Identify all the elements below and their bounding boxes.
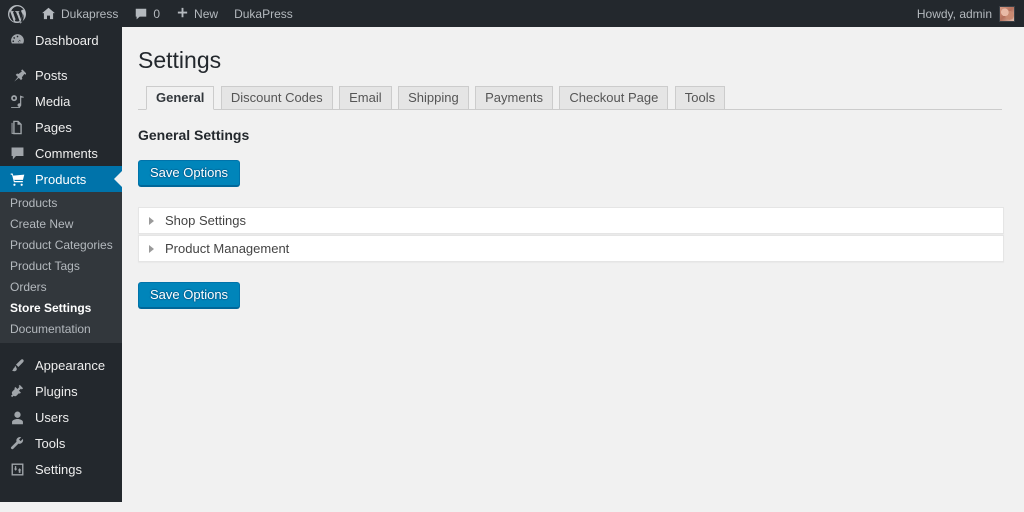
- tab-checkout-page[interactable]: Checkout Page: [559, 86, 669, 109]
- sidebar-item-label: Pages: [35, 119, 72, 135]
- comment-bubble-icon: [134, 7, 148, 21]
- sidebar-item-users[interactable]: Users: [0, 404, 122, 430]
- sidebar-item-comments[interactable]: Comments: [0, 140, 122, 166]
- accordion-panel-label: Shop Settings: [165, 212, 246, 228]
- tab-shipping[interactable]: Shipping: [398, 86, 469, 109]
- cart-icon: [9, 171, 26, 188]
- pages-icon: [9, 119, 26, 136]
- submenu-item-product-tags[interactable]: Product Tags: [0, 256, 122, 277]
- wordpress-logo-menu[interactable]: [0, 0, 33, 27]
- new-content-label: New: [194, 6, 219, 21]
- admin-sidebar-menu: Dashboard Posts Media Pages Comments Pro…: [0, 27, 122, 512]
- plus-icon: [176, 7, 189, 20]
- sidebar-item-dashboard[interactable]: Dashboard: [0, 27, 122, 53]
- settings-sliders-icon: [9, 461, 26, 478]
- sidebar-item-label: Users: [35, 409, 69, 425]
- sidebar-item-label: Posts: [35, 67, 68, 83]
- sidebar-item-plugins[interactable]: Plugins: [0, 378, 122, 404]
- account-menu[interactable]: Howdy, admin: [909, 0, 1024, 27]
- accordion-panel-label: Product Management: [165, 240, 290, 256]
- settings-wrap: Settings General Discount Codes Email Sh…: [122, 27, 1024, 308]
- page-title: Settings: [138, 47, 222, 73]
- tab-email[interactable]: Email: [339, 86, 392, 109]
- site-name-label: Dukapress: [61, 6, 119, 21]
- submenu-item-documentation[interactable]: Documentation: [0, 319, 122, 340]
- tab-discount-codes[interactable]: Discount Codes: [220, 86, 333, 109]
- avatar: [999, 5, 1015, 22]
- pin-icon: [9, 67, 26, 84]
- comments-count: 0: [153, 6, 161, 21]
- sidebar-item-appearance[interactable]: Appearance: [0, 352, 122, 378]
- howdy-label: Howdy, admin: [916, 6, 992, 21]
- submenu-item-create-new[interactable]: Create New: [0, 214, 122, 235]
- site-name-menu[interactable]: Dukapress: [33, 0, 126, 27]
- sidebar-item-label: Products: [35, 171, 87, 187]
- admin-bar: Dukapress 0 New DukaPress Howdy, admin: [0, 0, 1024, 27]
- save-options-button-top[interactable]: Save Options: [138, 160, 241, 186]
- sidebar-item-products[interactable]: Products: [0, 166, 122, 192]
- accordion-panel-shop-settings[interactable]: Shop Settings: [138, 207, 1004, 234]
- collapse-menu-button[interactable]: [0, 490, 122, 512]
- sidebar-item-pages[interactable]: Pages: [0, 114, 122, 140]
- sidebar-item-label: Plugins: [35, 383, 78, 399]
- sidebar-item-label: Media: [35, 93, 71, 109]
- sidebar-item-media[interactable]: Media: [0, 88, 122, 114]
- paintbrush-icon: [9, 357, 26, 374]
- plugin-menu-label: DukaPress: [234, 6, 293, 21]
- tab-payments[interactable]: Payments: [475, 86, 553, 109]
- sidebar-item-posts[interactable]: Posts: [0, 62, 122, 88]
- submenu-item-product-categories[interactable]: Product Categories: [0, 235, 122, 256]
- bottom-save-row: Save Options: [138, 282, 1004, 308]
- sidebar-item-label: Appearance: [35, 357, 106, 373]
- sidebar-item-settings[interactable]: Settings: [0, 456, 122, 482]
- wrench-icon: [9, 435, 26, 452]
- sidebar-item-tools[interactable]: Tools: [0, 430, 122, 456]
- plugin-menu[interactable]: DukaPress: [226, 0, 301, 27]
- tab-general[interactable]: General: [146, 86, 215, 110]
- sidebar-item-label: Comments: [35, 145, 98, 161]
- dashboard-icon: [9, 32, 26, 49]
- submenu-item-orders[interactable]: Orders: [0, 277, 122, 298]
- save-options-button-bottom[interactable]: Save Options: [138, 282, 241, 308]
- comment-bubble-icon: [9, 145, 26, 162]
- home-icon: [41, 6, 56, 21]
- submenu-item-store-settings[interactable]: Store Settings: [0, 298, 122, 319]
- sidebar-item-label: Settings: [35, 461, 82, 477]
- plugin-icon: [9, 383, 26, 400]
- accordion-panel-product-management[interactable]: Product Management: [138, 235, 1004, 262]
- sidebar-item-label: Dashboard: [35, 32, 99, 48]
- sidebar-item-label: Tools: [35, 435, 66, 451]
- chevron-right-icon: [149, 244, 154, 253]
- submenu-item-products[interactable]: Products: [0, 193, 122, 214]
- settings-accordion: Shop Settings Product Management: [138, 207, 1004, 262]
- media-icon: [9, 93, 26, 110]
- products-submenu: Products Create New Product Categories P…: [0, 192, 122, 343]
- section-title: General Settings: [138, 127, 250, 143]
- tab-tools[interactable]: Tools: [674, 86, 726, 109]
- chevron-right-icon: [149, 216, 154, 225]
- new-content-menu[interactable]: New: [168, 0, 226, 27]
- wordpress-logo-icon: [7, 4, 27, 24]
- main-content: Settings General Discount Codes Email Sh…: [122, 27, 1024, 502]
- comments-menu[interactable]: 0: [126, 0, 168, 27]
- user-icon: [9, 409, 26, 426]
- settings-tab-bar: General Discount Codes Email Shipping Pa…: [138, 85, 1002, 110]
